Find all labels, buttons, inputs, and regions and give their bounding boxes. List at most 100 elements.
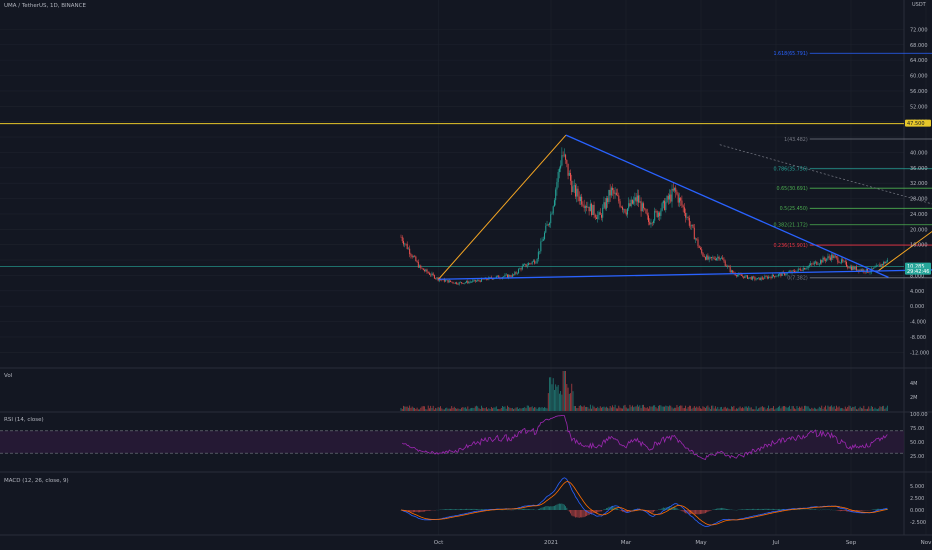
macd-histogram-bar xyxy=(422,510,424,512)
candle-body xyxy=(428,273,430,275)
candle-body xyxy=(727,265,729,267)
candle-body xyxy=(521,265,523,270)
macd-histogram-bar xyxy=(696,510,698,515)
volume-bar xyxy=(649,406,651,411)
candle-body xyxy=(716,258,718,261)
volume-bar xyxy=(581,406,583,411)
macd-histogram-bar xyxy=(723,508,725,510)
candle-body xyxy=(708,257,710,260)
candle-body xyxy=(462,283,464,284)
currency-label[interactable]: USDT xyxy=(912,3,926,8)
macd-histogram-bar xyxy=(677,509,679,510)
volume-bar xyxy=(592,405,594,411)
macd-histogram-bar xyxy=(541,507,543,510)
volume-bar xyxy=(427,405,429,411)
candle-body xyxy=(416,261,418,262)
macd-histogram-bar xyxy=(653,510,654,513)
volume-bar xyxy=(812,408,814,411)
macd-histogram-bar xyxy=(446,509,448,510)
candle-body xyxy=(735,275,737,277)
volume-bar xyxy=(602,406,604,411)
rsi-legend[interactable]: RSI (14, close) xyxy=(4,417,44,423)
volume-bar xyxy=(712,405,714,411)
macd-histogram-bar xyxy=(660,509,662,510)
volume-bar xyxy=(556,386,558,411)
candle-body xyxy=(628,203,630,209)
candle-body xyxy=(850,266,852,271)
candle-body xyxy=(829,257,831,260)
candle-body xyxy=(703,256,705,258)
volume-legend[interactable]: Vol xyxy=(4,373,12,379)
volume-bar xyxy=(409,405,411,411)
candle-body xyxy=(730,270,732,273)
macd-histogram-bar xyxy=(464,508,466,510)
candle-body xyxy=(638,195,640,203)
volume-bar xyxy=(513,409,515,411)
macd-legend[interactable]: MACD (12, 26, close, 9) xyxy=(4,478,69,484)
macd-histogram-bar xyxy=(650,510,652,513)
volume-bar xyxy=(842,408,844,411)
macd-tick-label: 2.500 xyxy=(910,496,924,502)
macd-histogram-bar xyxy=(453,509,455,510)
candle-body xyxy=(669,194,671,200)
volume-bar xyxy=(679,405,680,411)
volume-bar xyxy=(408,407,409,411)
volume-bar xyxy=(492,408,493,411)
candle-body xyxy=(511,274,513,277)
candle-body xyxy=(556,182,558,190)
macd-histogram-bar xyxy=(873,509,875,510)
macd-histogram-bar xyxy=(718,508,720,510)
candle-body xyxy=(453,283,455,284)
macd-histogram-bar xyxy=(742,509,743,510)
candle-body xyxy=(676,191,678,195)
volume-bar xyxy=(655,407,657,411)
macd-histogram-bar xyxy=(581,510,583,518)
candle-body xyxy=(432,273,434,276)
volume-bar xyxy=(622,408,623,411)
volume-bar xyxy=(542,408,544,411)
volume-bar xyxy=(426,409,428,411)
macd-histogram-bar xyxy=(714,509,716,510)
volume-bar xyxy=(400,408,402,411)
candle-body xyxy=(878,264,880,266)
macd-histogram-bar xyxy=(607,507,609,510)
candle-body xyxy=(412,256,414,258)
volume-bar xyxy=(401,409,403,411)
macd-histogram-bar xyxy=(557,503,559,510)
volume-bar xyxy=(738,407,740,411)
candle-body xyxy=(450,280,451,282)
volume-bar xyxy=(811,407,813,411)
volume-bar xyxy=(429,408,430,411)
price-chart[interactable]: 1.618(65.791) 1(43.482) 0.786(35.756) 0.65(… xyxy=(0,0,932,550)
candle-body xyxy=(557,172,559,183)
volume-bar xyxy=(683,408,685,411)
macd-histogram-bar xyxy=(875,508,877,510)
volume-bar xyxy=(839,408,841,411)
volume-bar xyxy=(856,409,857,411)
candle-body xyxy=(467,280,469,284)
volume-bar xyxy=(846,408,847,411)
candle-body xyxy=(750,277,752,280)
volume-bar xyxy=(851,407,852,411)
volume-bar xyxy=(833,406,835,411)
volume-bar xyxy=(841,408,842,411)
volume-bar xyxy=(766,408,768,411)
symbol-legend[interactable]: UMA / TetherUS, 1D, BINANCE xyxy=(4,3,86,9)
candle-body xyxy=(410,254,412,256)
candle-body xyxy=(846,262,847,267)
volume-bar xyxy=(510,408,512,411)
volume-bar xyxy=(820,407,821,411)
candle-body xyxy=(586,206,588,208)
candle-body xyxy=(842,259,844,262)
candle-body xyxy=(518,269,520,274)
volume-bar xyxy=(442,409,444,411)
volume-bar xyxy=(848,405,850,411)
candle-body xyxy=(857,269,859,271)
volume-bar xyxy=(624,404,626,411)
candle-body xyxy=(666,196,668,203)
macd-histogram-bar xyxy=(526,509,528,510)
volume-bar xyxy=(778,406,779,411)
volume-bar xyxy=(487,409,489,411)
volume-bar xyxy=(458,408,460,411)
candle-body xyxy=(834,255,836,257)
